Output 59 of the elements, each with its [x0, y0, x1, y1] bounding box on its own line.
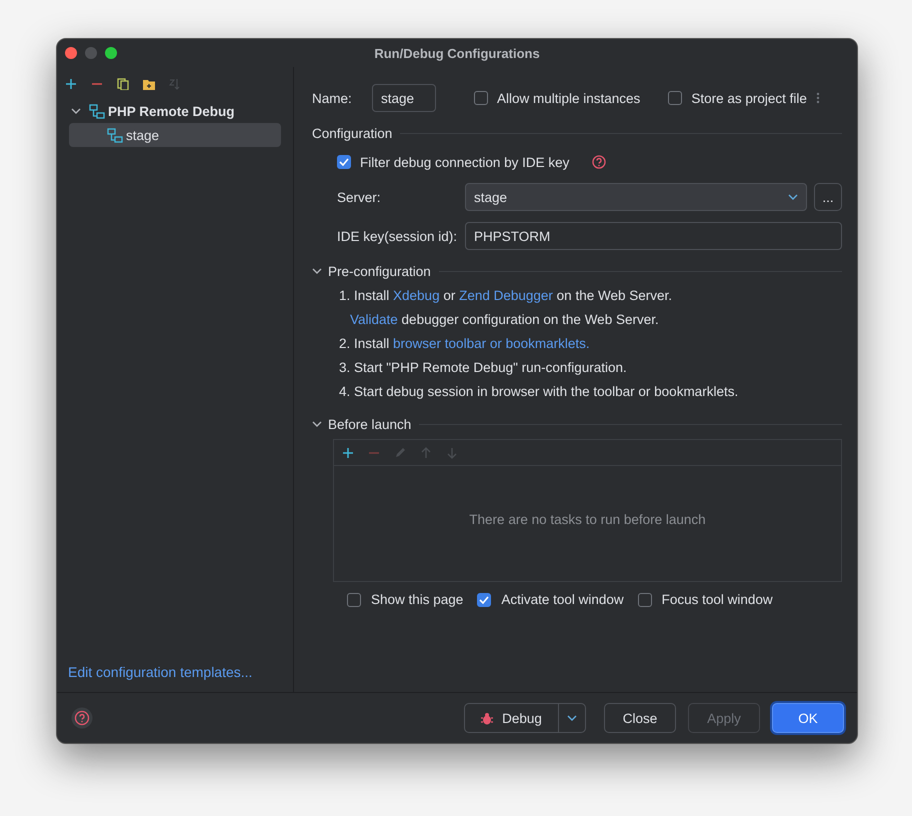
add-icon[interactable]: [65, 78, 77, 90]
step-text: 3. Start "PHP Remote Debug" run-configuration.: [339, 358, 628, 377]
ide-key-field[interactable]: PHPSTORM: [465, 222, 842, 250]
add-icon[interactable]: [342, 446, 354, 458]
window-title: Run/Debug Configurations: [374, 46, 540, 60]
checkbox[interactable]: [668, 91, 682, 105]
step-text: 2. Install: [339, 336, 390, 350]
link[interactable]: browser toolbar or bookmarklets.: [393, 336, 590, 350]
browse-button[interactable]: ...: [814, 183, 842, 211]
link[interactable]: Validate: [350, 312, 398, 326]
zoom-control[interactable]: [105, 47, 117, 59]
tree-item[interactable]: stage: [69, 123, 281, 147]
templates-link[interactable]: Edit configuration templates...: [68, 664, 293, 680]
checkbox-label: Store as project file: [691, 90, 807, 106]
close-control[interactable]: [65, 47, 77, 59]
more-options-icon[interactable]: [816, 92, 820, 104]
chevron-down-icon[interactable]: [312, 419, 322, 429]
server-dropdown[interactable]: stage: [465, 183, 807, 211]
checkbox[interactable]: [347, 592, 361, 606]
checkmark-icon: [339, 158, 349, 166]
empty-message: There are no tasks to run before launch: [469, 512, 706, 527]
checkbox-label: Show this page: [371, 592, 464, 607]
field-label: IDE key(session id):: [337, 228, 458, 244]
checkbox[interactable]: [474, 91, 488, 105]
link[interactable]: Xdebug: [393, 288, 440, 302]
checkbox[interactable]: [477, 592, 492, 606]
checkbox-label: Focus tool window: [662, 592, 773, 607]
folder-icon[interactable]: [143, 78, 155, 90]
chevron-down-icon[interactable]: [71, 106, 81, 116]
checkbox-label: Allow multiple instances: [497, 90, 640, 106]
step-text: 1. Install: [339, 288, 390, 302]
network-icon: [89, 104, 105, 118]
section-title: Pre-configuration: [328, 264, 431, 278]
chevron-down-icon[interactable]: [312, 266, 322, 276]
checkbox-label: Activate tool window: [501, 592, 624, 607]
help-icon[interactable]: [592, 155, 606, 169]
checkbox[interactable]: [638, 592, 652, 606]
section-title: Before launch: [328, 416, 412, 432]
field-label: Server:: [337, 190, 382, 204]
section-title: Configuration: [312, 126, 392, 140]
copy-icon[interactable]: [117, 78, 129, 90]
checkbox[interactable]: [337, 155, 351, 169]
checkmark-icon: [479, 596, 490, 604]
dialog-button[interactable]: Close: [604, 703, 676, 733]
name-field[interactable]: stage: [372, 84, 436, 112]
checkbox-label: Filter debug connection by IDE key: [360, 154, 570, 170]
network-icon: [107, 128, 123, 142]
field-label: Name:: [312, 90, 353, 106]
dialog-button[interactable]: OK: [772, 703, 844, 733]
step-text: 4. Start debug session in browser with the toolbar or bookmarklets.: [339, 382, 740, 401]
help-button[interactable]: [71, 707, 93, 729]
link[interactable]: Zend Debugger: [459, 288, 553, 302]
tree-item[interactable]: PHP Remote Debug: [69, 99, 281, 123]
bug-icon: [481, 712, 494, 724]
step-text: debugger configuration on the Web Server.: [400, 312, 659, 326]
chevron-down-icon: [788, 192, 798, 202]
chevron-down-icon: [567, 713, 577, 723]
step-text: on the Web Server.: [556, 288, 672, 302]
step-text: or: [442, 288, 456, 302]
